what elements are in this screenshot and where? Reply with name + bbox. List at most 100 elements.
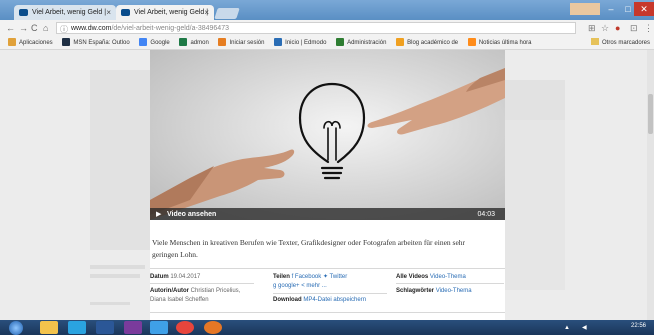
tab-viel-arbeit-1[interactable]: Viel Arbeit, wenig Geld | × xyxy=(14,5,116,20)
onenote-icon[interactable] xyxy=(124,321,142,334)
bookmarks-bar: Aplicaciones MSN España: Outloo Google a… xyxy=(0,36,654,50)
bookmark-google[interactable]: Google xyxy=(139,36,170,49)
tab-viel-arbeit-2[interactable]: Viel Arbeit, wenig Geld | × xyxy=(116,5,214,20)
edmodo-icon xyxy=(274,38,283,46)
tab-label: Viel Arbeit, wenig Geld | xyxy=(134,9,209,16)
apps-icon xyxy=(8,38,16,46)
more-share-link[interactable]: < mehr ... xyxy=(301,283,327,289)
close-tab-icon[interactable]: × xyxy=(106,5,111,20)
home-icon[interactable]: ⌂ xyxy=(43,20,48,36)
twitter-icon: ✦ xyxy=(322,274,328,280)
meta-author: Autorin/Autor Christian Pricelius, Diana… xyxy=(150,287,254,305)
network-icon[interactable]: ▲ xyxy=(564,324,570,332)
meta-keywords: Schlagwörter Video-Thema xyxy=(396,287,504,296)
scrollbar-thumb[interactable] xyxy=(648,94,653,134)
date-value: 19.04.2017 xyxy=(170,274,201,280)
excel-icon xyxy=(179,38,188,46)
user-profile-button[interactable] xyxy=(570,3,600,15)
google-icon xyxy=(139,38,148,46)
page-info-icon[interactable]: ⓘ xyxy=(60,24,68,33)
translate-icon[interactable]: ⊞ xyxy=(588,21,596,35)
windows-taskbar: ▲ ◀ 22:56 xyxy=(0,320,654,335)
background-content xyxy=(90,70,150,250)
bookmark-blog[interactable]: Blog académico de xyxy=(396,36,458,49)
video-still-image xyxy=(150,68,505,220)
video-player[interactable]: ▶ Video ansehen 04:03 xyxy=(150,50,505,220)
all-videos-label: Alle Videos xyxy=(396,274,429,280)
explorer-icon[interactable] xyxy=(40,321,58,334)
keywords-label: Schlagwörter xyxy=(396,288,435,294)
tab-label: Viel Arbeit, wenig Geld | xyxy=(32,9,107,16)
admin-icon xyxy=(336,38,345,46)
dw-favicon-icon xyxy=(19,9,28,16)
browser-toolbar: ← → C ⌂ ⓘ www.dw.com/de/viel-arbeit-weni… xyxy=(0,20,654,36)
bookmark-iniciar-sesion[interactable]: Iniciar sesión xyxy=(218,36,264,49)
clock-time[interactable]: 22:56 xyxy=(631,322,646,330)
url-path: /de/viel-arbeit-wenig-geld/a-38496473 xyxy=(111,25,229,32)
word-icon[interactable] xyxy=(96,321,114,334)
play-icon[interactable]: ▶ xyxy=(156,208,161,220)
address-bar[interactable]: ⓘ www.dw.com/de/viel-arbeit-wenig-geld/a… xyxy=(56,22,576,34)
ie-icon[interactable] xyxy=(150,321,168,334)
close-window-icon[interactable]: ✕ xyxy=(634,2,654,16)
dw-favicon-icon xyxy=(121,9,130,16)
google-plus-icon: g xyxy=(273,283,277,289)
divider xyxy=(396,283,504,284)
background-content xyxy=(505,120,565,290)
video-control-bar[interactable]: ▶ Video ansehen 04:03 xyxy=(150,208,505,220)
office-icon xyxy=(218,38,227,46)
twitter-share-link[interactable]: ✦ Twitter xyxy=(323,274,347,280)
bookmark-msn[interactable]: MSN España: Outloo xyxy=(62,36,130,49)
article-card: ▶ Video ansehen 04:03 Viele Menschen in … xyxy=(150,50,505,320)
bookmark-administracion[interactable]: Administración xyxy=(336,36,386,49)
bookmark-admon[interactable]: admon xyxy=(179,36,209,49)
extension-icon[interactable]: ● xyxy=(615,21,620,35)
close-tab-icon[interactable]: × xyxy=(204,5,209,20)
google-plus-share-link[interactable]: g google+ xyxy=(273,283,300,289)
download-label: Download xyxy=(273,297,302,303)
forward-icon[interactable]: → xyxy=(19,20,28,36)
background-text-line xyxy=(90,274,140,278)
article-caption: Viele Menschen in kreativen Berufen wie … xyxy=(152,238,466,259)
video-duration: 04:03 xyxy=(477,211,495,218)
window-title-bar: Viel Arbeit, wenig Geld | × Viel Arbeit,… xyxy=(0,0,654,20)
meta-share: Teilen f Facebook ✦ Twitter g google+ < … xyxy=(273,273,387,291)
page-scrollbar[interactable] xyxy=(647,50,654,320)
news-icon xyxy=(467,38,476,46)
web-page: ▶ Video ansehen 04:03 Viele Menschen in … xyxy=(0,50,654,320)
divider xyxy=(150,283,254,284)
new-tab-button[interactable] xyxy=(214,8,240,19)
blog-icon xyxy=(396,38,405,46)
firefox-icon[interactable] xyxy=(204,321,222,334)
bookmark-star-icon[interactable]: ☆ xyxy=(601,21,609,35)
divider xyxy=(150,312,505,313)
back-icon[interactable]: ← xyxy=(6,20,15,36)
skype-icon[interactable] xyxy=(68,321,86,334)
other-bookmarks[interactable]: Otros marcadores xyxy=(590,36,650,49)
download-mp4-link[interactable]: MP4-Datei abspeichern xyxy=(303,297,366,303)
url-host: www.dw.com xyxy=(71,25,112,32)
volume-icon[interactable]: ◀ xyxy=(582,324,587,332)
bookmark-noticias[interactable]: Noticias última hora xyxy=(467,36,532,49)
divider xyxy=(273,293,387,294)
share-icon: < xyxy=(301,283,305,289)
chrome-icon[interactable] xyxy=(176,321,194,334)
meta-date: Datum 19.04.2017 xyxy=(150,273,254,282)
msn-icon xyxy=(62,38,71,46)
bookmark-aplicaciones[interactable]: Aplicaciones xyxy=(8,36,53,49)
bookmark-edmodo[interactable]: Inicio | Edmodo xyxy=(274,36,326,49)
meta-all-videos: Alle Videos Video-Thema xyxy=(396,273,504,282)
background-text-line xyxy=(90,302,130,305)
video-play-label[interactable]: Video ansehen xyxy=(167,208,216,220)
folder-icon xyxy=(590,38,599,45)
all-videos-link[interactable]: Video-Thema xyxy=(430,274,466,280)
background-content xyxy=(505,80,565,120)
extension-icon-2[interactable]: ⊡ xyxy=(630,21,638,35)
keywords-link[interactable]: Video-Thema xyxy=(436,288,472,294)
menu-icon[interactable]: ⋮ xyxy=(644,21,653,35)
date-label: Datum xyxy=(150,274,169,280)
share-label: Teilen xyxy=(273,274,290,280)
facebook-share-link[interactable]: f Facebook xyxy=(292,274,322,280)
reload-icon[interactable]: C xyxy=(31,20,38,36)
windows-start-button[interactable] xyxy=(9,321,23,335)
